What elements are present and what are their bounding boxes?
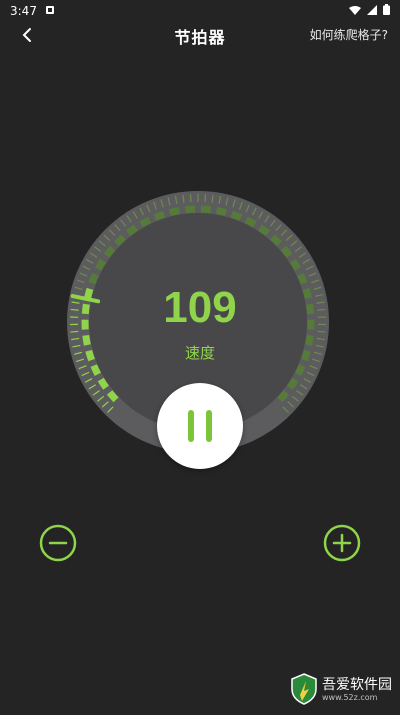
dial-segment bbox=[110, 392, 116, 399]
dial-segment bbox=[141, 220, 150, 225]
watermark-url: www.52z.com bbox=[322, 693, 392, 702]
dial-segment bbox=[246, 220, 255, 225]
dial-segment bbox=[92, 274, 96, 283]
dial-segment bbox=[290, 380, 295, 388]
dial-segment bbox=[283, 248, 289, 256]
pause-button[interactable] bbox=[157, 383, 243, 469]
watermark-title: 吾爱软件园 bbox=[322, 677, 392, 693]
tempo-label: 速度 bbox=[0, 342, 400, 363]
dial-segment bbox=[185, 209, 195, 210]
minus-circle-icon bbox=[39, 524, 77, 562]
shield-logo-icon bbox=[290, 673, 318, 705]
plus-circle-icon bbox=[323, 524, 361, 562]
dial-segment bbox=[232, 214, 241, 217]
dial-segment bbox=[98, 261, 103, 269]
dial-segment bbox=[155, 214, 164, 217]
dial-segment bbox=[217, 211, 227, 213]
pause-icon bbox=[188, 410, 194, 442]
dial-segment bbox=[280, 392, 286, 399]
decrease-tempo-button[interactable] bbox=[39, 524, 77, 562]
pause-icon-bar bbox=[206, 410, 212, 442]
dial-segment bbox=[170, 211, 180, 213]
dial-segment bbox=[293, 261, 298, 269]
dial-segment bbox=[260, 228, 268, 234]
dial-segment bbox=[298, 366, 302, 375]
dial-segment bbox=[94, 366, 98, 375]
dial-segment bbox=[201, 209, 211, 210]
dial-segment bbox=[101, 380, 106, 388]
increase-tempo-button[interactable] bbox=[323, 524, 361, 562]
dial-segment bbox=[300, 274, 304, 283]
tempo-value: 109 bbox=[0, 283, 400, 333]
dial-segment bbox=[128, 228, 136, 234]
watermark: 吾爱软件园 www.52z.com bbox=[290, 673, 392, 705]
dial-segment bbox=[106, 248, 112, 256]
